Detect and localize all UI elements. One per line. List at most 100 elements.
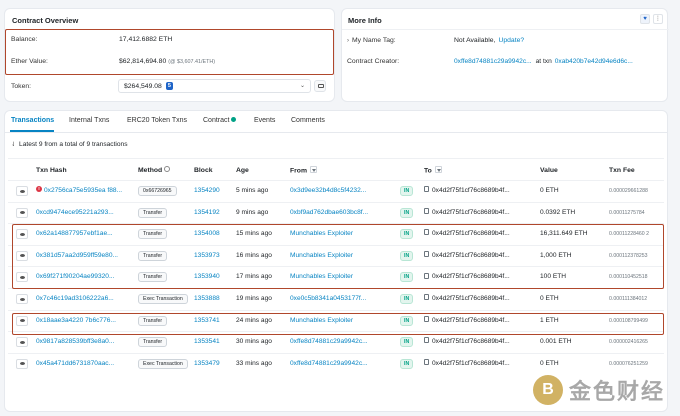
txn-fee-text: 0.000076251259 (609, 360, 648, 367)
filter-icon[interactable] (310, 166, 317, 173)
txn-hash: 0x7c46c19ad3106222a6... (36, 295, 114, 302)
heart-icon[interactable]: ♥ (640, 14, 650, 24)
direction-badge: IN (400, 207, 414, 218)
from-address-link[interactable]: 0xe0c5b8341a0453177f... (290, 295, 366, 302)
col-from: From (290, 166, 317, 175)
to-address-text: 0x4d2f75f1cf76c8689b4f... (432, 338, 510, 346)
token-count-badge: 5 (165, 82, 173, 90)
token-label: Token: (11, 83, 32, 90)
from-address-link[interactable]: 0xffe8d74881c29a9942c... (290, 338, 368, 345)
eye-icon[interactable] (16, 207, 28, 218)
eye-icon[interactable] (16, 358, 28, 369)
txn-fee-text: 0.000002416265 (609, 339, 648, 346)
info-icon (164, 166, 171, 173)
tab-events[interactable]: Events (254, 117, 275, 124)
watermark-text: 金色财经 (569, 379, 666, 404)
to-address[interactable]: 0x4d2f75f1cf76c8689b4f... (424, 294, 510, 302)
tab-transactions[interactable]: Transactions (11, 117, 54, 124)
method-badge: Transfer (138, 207, 168, 218)
col-age[interactable]: Age (236, 167, 249, 174)
token-dropdown[interactable]: $264,549.08 5 ⌄ (118, 79, 311, 93)
txn-hash-link[interactable]: ! 0x2756ca75e5935ea f88... (36, 186, 123, 194)
to-address[interactable]: 0x4d2f75f1cf76c8689b4f... (424, 359, 510, 367)
txn-fee-text: 0.00011275784 (609, 209, 645, 216)
contract-doc-icon (424, 359, 429, 366)
summary-text: Latest 9 from a total of 9 transactions (19, 141, 128, 148)
creator-address-link[interactable]: 0xffe8d74881c29a9942c... (454, 58, 532, 65)
block-link[interactable]: 1354192 (194, 209, 220, 216)
col-block: Block (194, 167, 213, 174)
to-address[interactable]: 0x4d2f75f1cf76c8689b4f... (424, 186, 510, 194)
table-row: 0xcd9474ece95221a293... Transfer 1354192 9 … (8, 201, 664, 223)
age-text: 5 mins ago (236, 187, 269, 194)
col-txn-fee[interactable]: Txn Fee (609, 167, 635, 174)
col-txn-hash: Txn Hash (36, 167, 67, 174)
token-label-row: Token: (11, 83, 31, 90)
name-tag-value-row: Not Available, Update? (454, 37, 524, 44)
txn-hash: 0x2756ca75e5935ea f88... (44, 187, 123, 194)
sort-desc-icon: ⇃ (11, 142, 17, 148)
method-badge: Transfer (138, 337, 168, 348)
from-address-link[interactable]: 0x3d9ee32b4d8c5f4232... (290, 187, 366, 194)
table-row: ! 0x2756ca75e5935ea f88... 0x66726965 13542… (8, 180, 664, 201)
chevron-right-icon: › (347, 37, 349, 44)
col-to-label: To (424, 167, 432, 175)
col-from-label: From (290, 167, 307, 175)
exploiter-row-highlight-box (12, 313, 664, 335)
eye-icon[interactable] (16, 337, 28, 348)
contract-doc-icon (424, 337, 429, 344)
block-link[interactable]: 1353888 (194, 295, 220, 302)
filter-icon[interactable] (434, 166, 442, 173)
txn-hash-link[interactable]: 0x7c46c19ad3106222a6... (36, 295, 114, 302)
txn-hash: 0xcd9474ece95221a293... (36, 208, 114, 216)
update-link[interactable]: Update? (498, 37, 524, 44)
table-row: 0x7c46c19ad3106222a6... Exec Transaction 1… (8, 288, 664, 309)
block-link[interactable]: 1353541 (194, 338, 220, 345)
wallet-icon[interactable] (314, 80, 326, 92)
tab-internal-txns[interactable]: Internal Txns (69, 117, 109, 124)
creator-label: Contract Creator: (347, 58, 400, 65)
tab-contract[interactable]: Contract (203, 117, 237, 124)
method-badge: 0x66726965 (138, 186, 177, 196)
contract-overview-title: Contract Overview (12, 16, 79, 25)
txn-hash: 0x9817a828539bff3e8a0... (36, 338, 115, 346)
eye-icon[interactable] (16, 294, 28, 304)
creator-value-row: 0xffe8d74881c29a9942c... at txn 0xab420b… (454, 58, 633, 65)
watermark: B 金色财经 (533, 374, 665, 406)
from-address-link[interactable]: 0xffe8d74881c29a9942c... (290, 360, 368, 367)
to-address[interactable]: 0x4d2f75f1cf76c8689b4f... (424, 337, 510, 346)
to-address[interactable]: 0x4d2f75f1cf76c8689b4f... (424, 207, 510, 216)
age-text: 9 mins ago (236, 208, 269, 216)
tab-erc20-token-txns[interactable]: ERC20 Token Txns (127, 117, 187, 124)
txn-fee-text: 0.000111384012 (609, 296, 648, 302)
col-method: Method (138, 166, 171, 174)
more-info-card: More Info ♥ ⋮ (341, 8, 669, 102)
tab-contract-label: Contract (203, 117, 230, 124)
from-address-link[interactable]: 0xbf9ad762dbae603bc8f... (290, 209, 368, 216)
to-address-text: 0x4d2f75f1cf76c8689b4f... (432, 295, 510, 302)
block-link[interactable]: 1354290 (194, 187, 220, 194)
name-tag-row: › My Name Tag: (347, 37, 396, 44)
error-icon: ! (36, 186, 42, 193)
tabs-divider (4, 132, 668, 133)
method-badge: Exec Transaction (138, 358, 188, 369)
transactions-summary: ⇃ Latest 9 from a total of 9 transaction… (11, 141, 128, 148)
more-options-icon[interactable]: ⋮ (653, 14, 663, 24)
table-row: 0x45a471dd6731870aac... Exec Transaction 1… (8, 352, 664, 374)
value-text: 0.001 ETH (540, 338, 572, 346)
txn-hash-link[interactable]: 0xcd9474ece95221a293... (36, 209, 114, 216)
age-text: 30 mins ago (236, 338, 272, 346)
txn-fee-text: 0.000029661288 (609, 188, 648, 194)
txn-hash-link[interactable]: 0x9817a828539bff3e8a0... (36, 338, 114, 345)
value-text: 0 ETH (540, 295, 559, 302)
token-value: $264,549.08 (124, 82, 162, 90)
creator-label-row: Contract Creator: (347, 58, 399, 65)
name-tag-label: My Name Tag: (352, 37, 396, 44)
txn-hash-link[interactable]: 0x45a471dd6731870aac... (36, 360, 114, 367)
verified-icon (231, 117, 237, 122)
block-link[interactable]: 1353479 (194, 360, 220, 367)
method-badge: Exec Transaction (138, 294, 188, 304)
eye-icon[interactable] (16, 186, 28, 196)
tab-comments[interactable]: Comments (291, 117, 325, 124)
creator-txn-link[interactable]: 0xab420b7e42d94e6d6c... (555, 58, 633, 65)
